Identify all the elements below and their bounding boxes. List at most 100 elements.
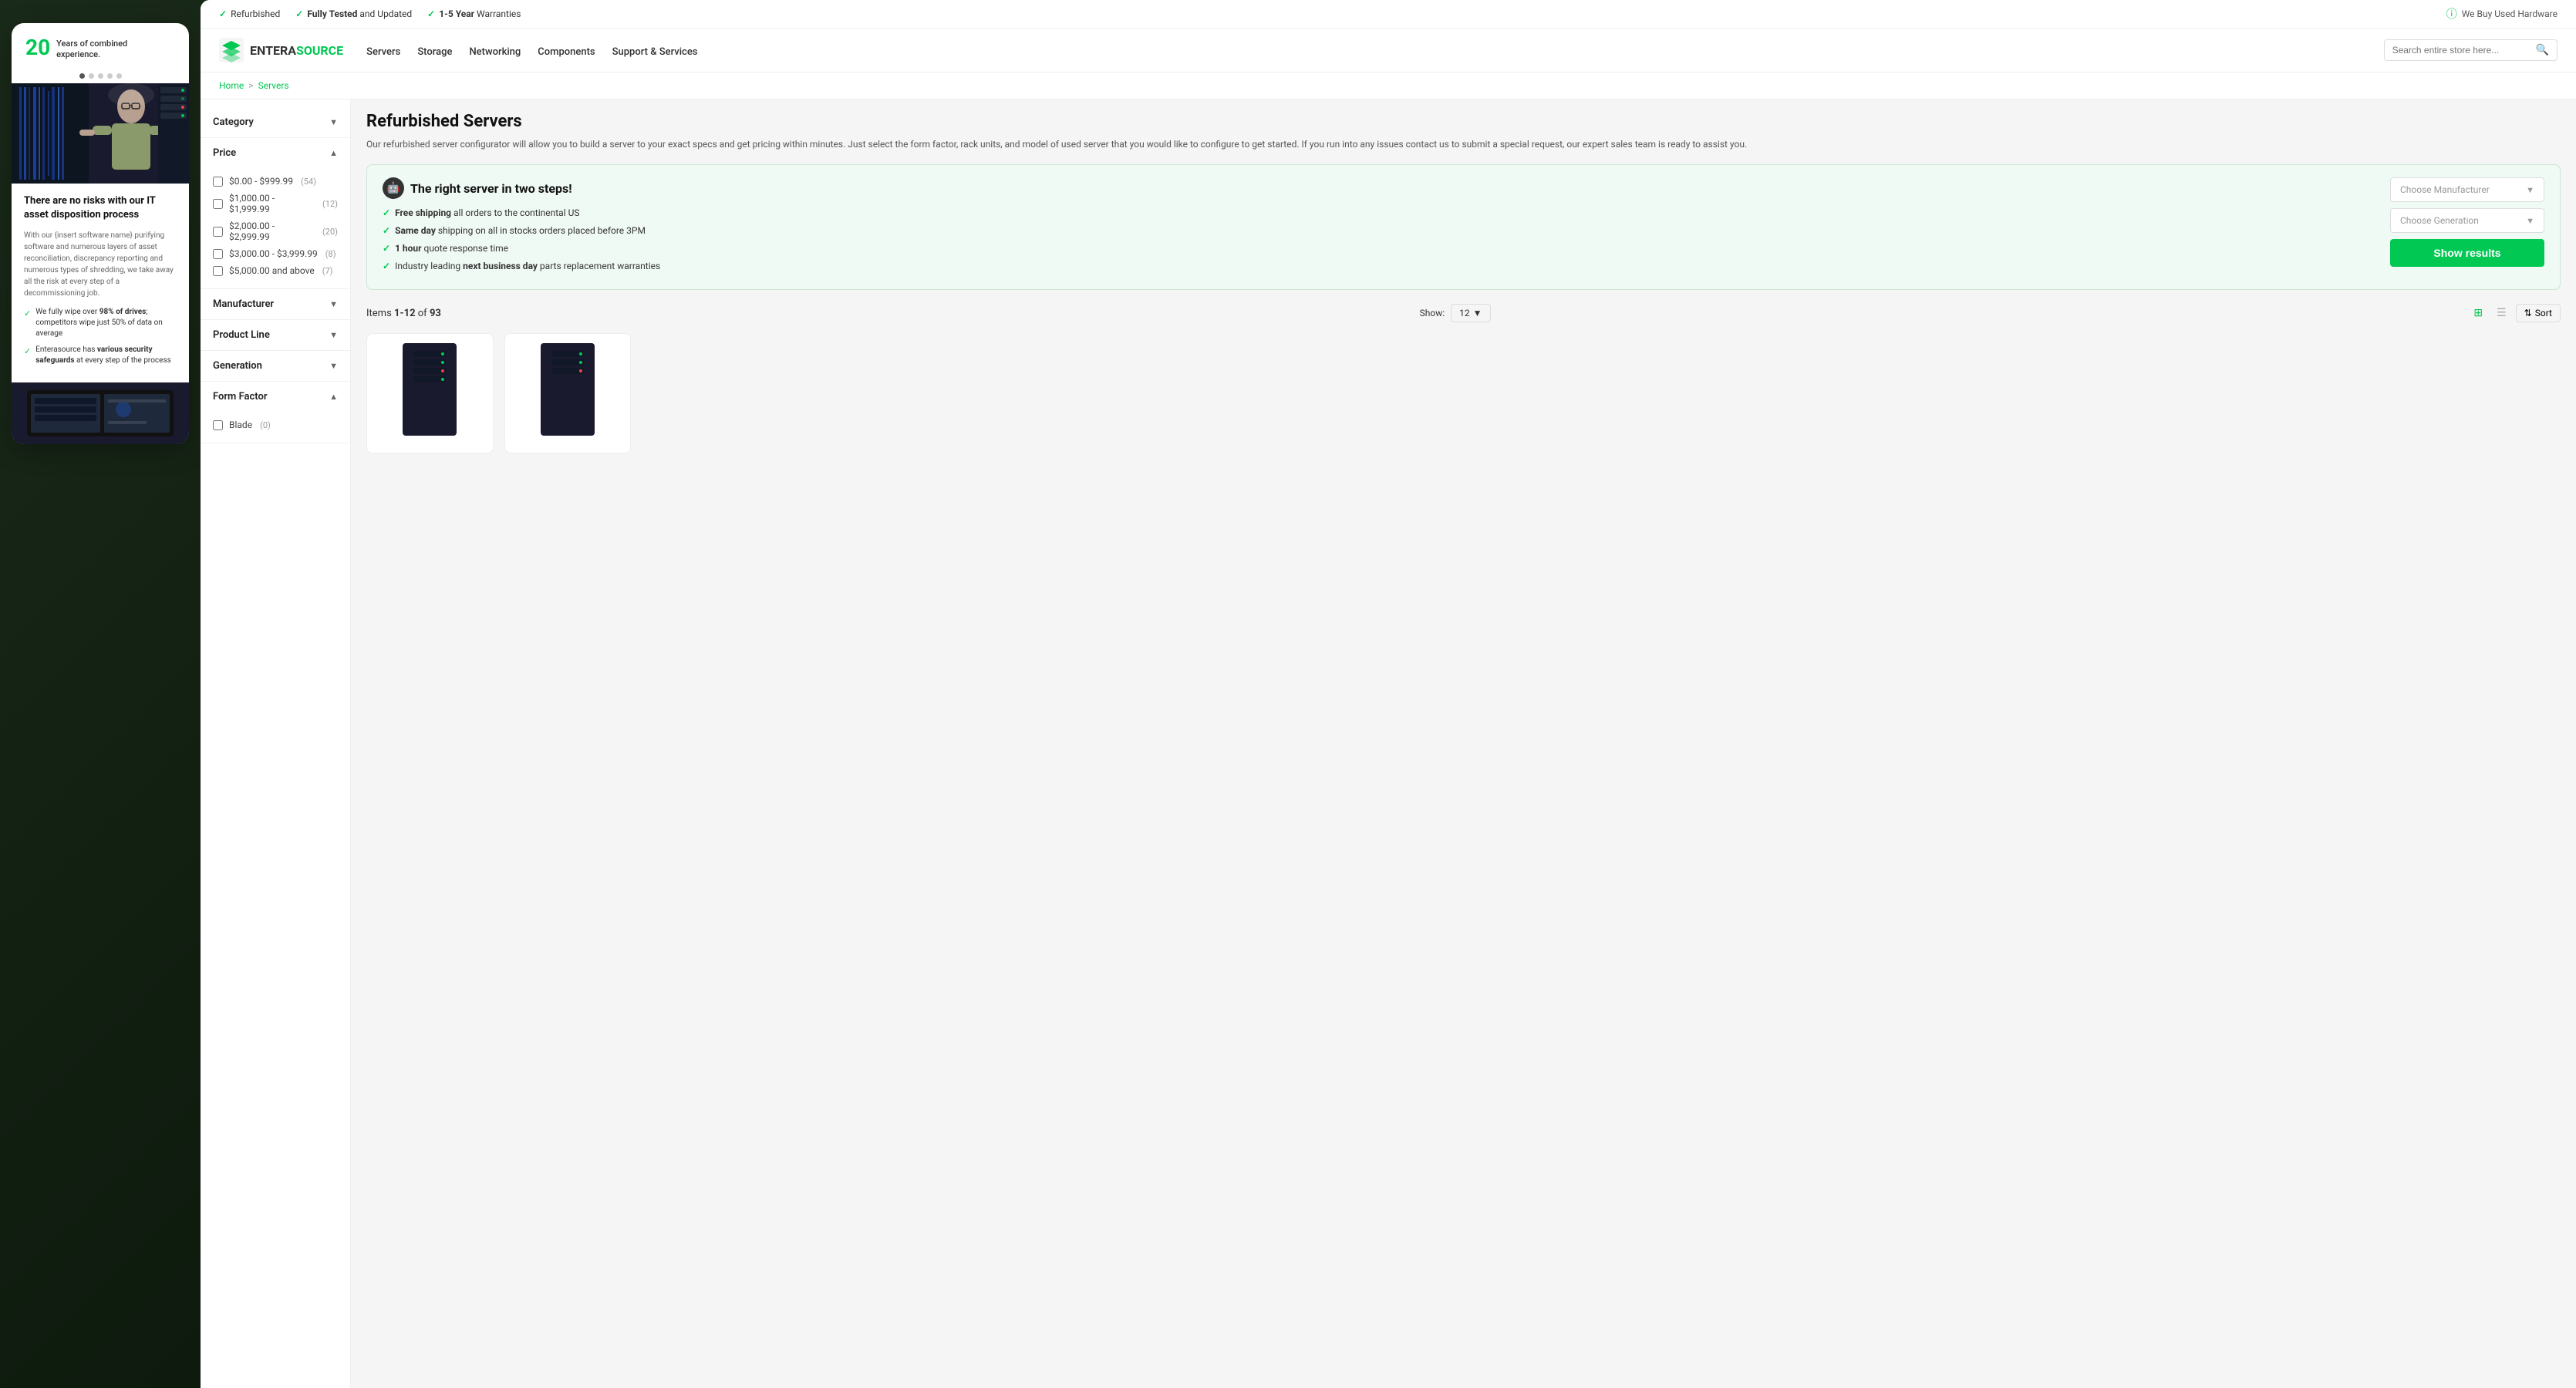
- filter-generation-header[interactable]: Generation ▼: [201, 351, 350, 381]
- product-list-header: Items 1-12 of 93 Show: 12 ▼ ⊞ ☰: [366, 304, 2561, 322]
- check-warranty: ✓: [427, 8, 435, 19]
- dot-1: [79, 73, 85, 79]
- items-range: 1-12: [394, 308, 416, 319]
- nav-link-support[interactable]: Support & Services: [612, 46, 698, 58]
- filter-category-header[interactable]: Category ▼: [201, 107, 350, 137]
- sidebar: Category ▼ Price ▲ $0.00 - $999.99 (54): [201, 99, 351, 1388]
- show-label: Show:: [1420, 308, 1445, 318]
- search-input[interactable]: [2392, 45, 2531, 56]
- nav-link-servers[interactable]: Servers: [366, 46, 400, 58]
- show-value: 12: [1459, 308, 1470, 318]
- filter-price-body: $0.00 - $999.99 (54) $1,000.00 - $1,999.…: [201, 168, 350, 288]
- nav-link-components[interactable]: Components: [538, 46, 595, 58]
- price-option-0[interactable]: $0.00 - $999.99 (54): [213, 173, 338, 190]
- list-view-button[interactable]: ☰: [2492, 304, 2511, 322]
- topbar-label-refurbished: Refurbished: [231, 8, 280, 19]
- left-panel: 20 Years of combinedexperience.: [0, 0, 201, 1388]
- filter-category-label: Category: [213, 116, 254, 128]
- years-text: Years of combinedexperience.: [56, 37, 127, 61]
- bottom-svg: [12, 382, 189, 444]
- form-factor-checkbox-blade[interactable]: [213, 420, 223, 430]
- nav-components[interactable]: Components: [538, 43, 595, 58]
- show-select[interactable]: 12 ▼: [1451, 304, 1490, 322]
- carousel-dots: [12, 69, 189, 83]
- feature-sameday-text: Same day shipping on all in stocks order…: [395, 224, 646, 238]
- card-bottom-image: [12, 382, 189, 444]
- nav-servers[interactable]: Servers: [366, 43, 400, 58]
- nav-support[interactable]: Support & Services: [612, 43, 698, 58]
- sort-icon: ⇅: [2524, 308, 2532, 318]
- check-sameday: ✓: [383, 224, 390, 238]
- filter-form-factor-header[interactable]: Form Factor ▲: [201, 382, 350, 412]
- card-hero-image: [12, 83, 189, 184]
- server-svg-1: [410, 347, 449, 432]
- nav-networking[interactable]: Networking: [469, 43, 521, 58]
- breadcrumb-separator: >: [248, 80, 253, 91]
- check-item-1: ✓ We fully wipe over 98% of drives; comp…: [24, 307, 177, 339]
- price-checkbox-0[interactable]: [213, 177, 223, 187]
- search-icon[interactable]: 🔍: [2536, 44, 2549, 56]
- nav-storage[interactable]: Storage: [417, 43, 452, 58]
- page-description: Our refurbished server configurator will…: [366, 137, 2561, 152]
- generation-select[interactable]: Choose Generation ▼: [2390, 208, 2544, 233]
- product-image-1: [403, 343, 457, 436]
- price-option-4[interactable]: $5,000.00 and above (7): [213, 262, 338, 279]
- search-bar[interactable]: 🔍: [2384, 39, 2557, 61]
- filter-manufacturer-header[interactable]: Manufacturer ▼: [201, 289, 350, 319]
- card-body: There are no risks with our IT asset dis…: [12, 184, 189, 382]
- filter-product-line: Product Line ▼: [201, 320, 350, 351]
- price-label-3: $3,000.00 - $3,999.99: [229, 248, 318, 259]
- product-card-1[interactable]: [366, 333, 494, 453]
- topbar-buy-label: We Buy Used Hardware: [2462, 8, 2557, 19]
- breadcrumb: Home > Servers: [201, 72, 2576, 99]
- nav-link-storage[interactable]: Storage: [417, 46, 452, 58]
- nav-link-networking[interactable]: Networking: [469, 46, 521, 58]
- topbar-item-warranty: ✓ 1-5 Year Warranties: [427, 8, 521, 19]
- show-results-button[interactable]: Show results: [2390, 239, 2544, 267]
- filter-product-line-header[interactable]: Product Line ▼: [201, 320, 350, 350]
- filter-manufacturer-chevron: ▼: [329, 299, 338, 309]
- filter-category-chevron: ▼: [329, 117, 338, 127]
- filter-product-line-label: Product Line: [213, 329, 270, 341]
- check-text-1: We fully wipe over 98% of drives; compet…: [35, 307, 177, 339]
- grid-view-button[interactable]: ⊞: [2469, 304, 2487, 322]
- main-content: Category ▼ Price ▲ $0.00 - $999.99 (54): [201, 99, 2576, 1388]
- filter-price-label: Price: [213, 147, 236, 159]
- filter-price-chevron: ▲: [329, 148, 338, 158]
- manufacturer-select[interactable]: Choose Manufacturer ▼: [2390, 177, 2544, 202]
- card-description: With our {insert software name} purifyin…: [24, 230, 177, 299]
- price-checkbox-3[interactable]: [213, 249, 223, 259]
- price-checkbox-1[interactable]: [213, 199, 223, 209]
- price-checkbox-4[interactable]: [213, 266, 223, 276]
- page-title-section: Refurbished Servers Our refurbished serv…: [366, 112, 2561, 152]
- page-title: Refurbished Servers: [366, 112, 2561, 131]
- logo-icon: [219, 38, 244, 62]
- dot-4: [107, 73, 113, 79]
- price-option-2[interactable]: $2,000.00 - $2,999.99 (20): [213, 217, 338, 245]
- price-option-1[interactable]: $1,000.00 - $1,999.99 (12): [213, 190, 338, 217]
- product-card-2[interactable]: [504, 333, 632, 453]
- filter-form-factor: Form Factor ▲ Blade (0): [201, 382, 350, 443]
- mobile-card: 20 Years of combinedexperience.: [12, 23, 189, 444]
- price-count-3: (8): [325, 249, 336, 259]
- configurator-box: 🤖 The right server in two steps! ✓ Free …: [366, 164, 2561, 290]
- check-icon-1: ✓: [24, 308, 31, 319]
- filter-price: Price ▲ $0.00 - $999.99 (54) $1,000.00 -…: [201, 138, 350, 289]
- logo[interactable]: ENTERASOURCE: [219, 38, 343, 62]
- price-count-0: (54): [301, 177, 316, 187]
- items-count: Items 1-12 of 93: [366, 308, 441, 319]
- main-nav: Servers Storage Networking Components Su…: [366, 43, 697, 58]
- price-option-3[interactable]: $3,000.00 - $3,999.99 (8): [213, 245, 338, 262]
- price-checkbox-2[interactable]: [213, 227, 223, 237]
- price-count-1: (12): [322, 199, 338, 209]
- sort-button[interactable]: ⇅ Sort: [2516, 304, 2561, 322]
- manufacturer-chevron: ▼: [2526, 185, 2534, 195]
- top-bar: ✓ Refurbished ✓ Fully Tested and Updated…: [201, 0, 2576, 29]
- breadcrumb-home[interactable]: Home: [219, 80, 244, 91]
- form-factor-blade[interactable]: Blade (0): [213, 416, 338, 433]
- filter-price-header[interactable]: Price ▲: [201, 138, 350, 168]
- show-control: Show: 12 ▼: [1420, 304, 1491, 322]
- filter-form-factor-chevron: ▲: [329, 392, 338, 402]
- card-title: There are no risks with our IT asset dis…: [24, 194, 177, 222]
- breadcrumb-current[interactable]: Servers: [258, 80, 289, 91]
